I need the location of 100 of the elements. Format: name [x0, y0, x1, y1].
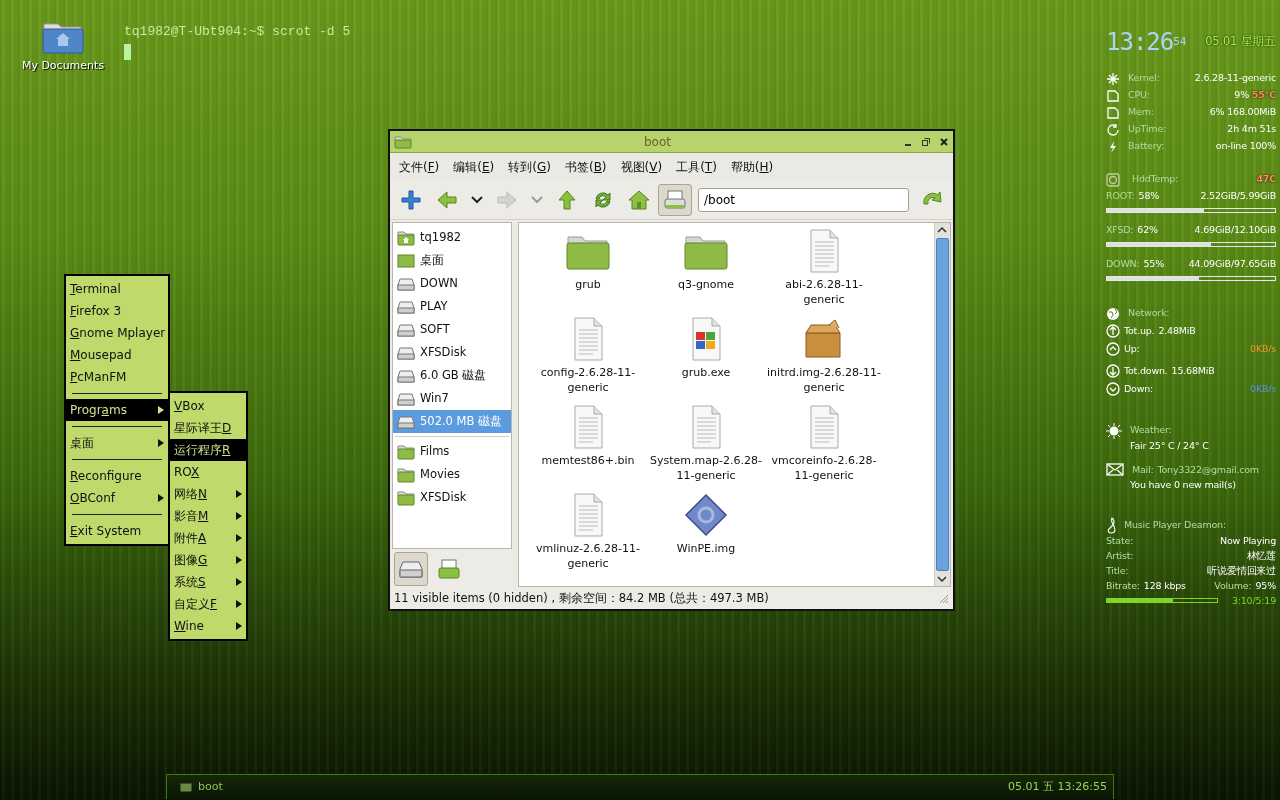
file-name[interactable]: q3-gnome — [649, 277, 763, 292]
network-label: Tot.up. — [1124, 323, 1155, 338]
file-name[interactable]: initrd.img-2.6.28-11-generic — [767, 365, 881, 395]
places-tab[interactable] — [394, 552, 428, 586]
folder-icon — [397, 466, 415, 483]
caret-icon — [236, 512, 242, 520]
scroll-thumb[interactable] — [936, 238, 949, 571]
file-name[interactable]: WinPE.img — [649, 541, 763, 556]
caret-icon — [158, 494, 164, 502]
scrollbar[interactable] — [934, 223, 950, 586]
file-name[interactable]: vmcoreinfo-2.6.28-11-generic — [767, 453, 881, 483]
desktop-icon-label[interactable]: My Documents — [21, 58, 105, 75]
file-name[interactable]: vmlinuz-2.6.28-11-generic — [531, 541, 645, 571]
drive-icon — [397, 298, 415, 315]
sidebar-item[interactable]: PLAY — [393, 295, 511, 318]
clock-date: 05.01 星期五 — [1205, 32, 1276, 50]
menu-bar-item[interactable]: 转到(G) — [501, 156, 558, 178]
mail-address: Tony3322@gmail.com — [1157, 462, 1259, 477]
caret-icon — [236, 490, 242, 498]
location-field[interactable]: /boot — [698, 188, 909, 212]
menu-bar-item[interactable]: 视图(V) — [613, 156, 670, 178]
globe-icon — [1106, 306, 1120, 321]
drive-button[interactable] — [658, 184, 692, 216]
file-name[interactable]: memtest86+.bin — [531, 453, 645, 468]
menu-item[interactable]: PcManFM — [66, 366, 168, 388]
menu-item[interactable]: Terminal — [66, 278, 168, 300]
clock-seconds: 54 — [1173, 34, 1187, 48]
menu-item[interactable]: Reconfigure — [66, 465, 168, 487]
maximize-icon[interactable] — [921, 136, 931, 147]
sidebar-item[interactable]: XFSDisk — [393, 486, 511, 509]
menu-item[interactable]: 运行程序R — [170, 439, 246, 461]
sparkle-icon — [1106, 71, 1120, 86]
menu-bar-item[interactable]: 书签(B) — [557, 156, 614, 178]
sidebar-item[interactable]: Movies — [393, 463, 511, 486]
file-name[interactable]: System.map-2.6.28-11-generic — [649, 453, 763, 483]
menu-bar-item[interactable]: 工具(T) — [669, 156, 724, 178]
menu-item[interactable]: 网络N — [170, 483, 246, 505]
sidebar-item[interactable]: Win7 — [393, 387, 511, 410]
sidebar-item[interactable]: XFSDisk — [393, 341, 511, 364]
sidebar-item[interactable]: tq1982 — [393, 226, 511, 249]
stat-label: CPU: — [1128, 88, 1150, 103]
drive-icon — [397, 413, 415, 430]
menu-item[interactable]: 系统S — [170, 571, 246, 593]
taskbar-clock: 05.01 五 13:26:55 — [1008, 778, 1107, 795]
stat-value: on-line 100% — [1215, 140, 1276, 152]
mail-status: You have 0 new mail(s) — [1129, 478, 1237, 493]
section-label: Weather: — [1130, 423, 1172, 438]
menu-item[interactable]: Wine — [170, 615, 246, 637]
caret-icon — [236, 556, 242, 564]
menu-bar-item[interactable]: 文件(F) — [392, 156, 447, 178]
plus-icon — [399, 188, 423, 212]
network-label: Up: — [1124, 341, 1140, 356]
menu-bar-item[interactable]: 编辑(E) — [446, 156, 502, 178]
network-value: 2.48MiB — [1158, 323, 1196, 338]
sidebar-item[interactable]: SOFT — [393, 318, 511, 341]
stat-label: Kernel: — [1128, 71, 1160, 86]
sidebar-item[interactable]: DOWN — [393, 272, 511, 295]
menu-item[interactable]: 影音M — [170, 505, 246, 527]
music-value: 128 kbps — [1143, 578, 1186, 593]
file-name[interactable]: grub — [531, 277, 645, 292]
menu-item[interactable]: Gnome Mplayer — [66, 322, 168, 344]
menu-item[interactable]: 自定义F — [170, 593, 246, 615]
up-arrow-icon — [555, 188, 579, 212]
menu-item[interactable]: 星际译王D — [170, 417, 246, 439]
network-value: 0KB/s — [1250, 341, 1276, 356]
file-name[interactable]: config-2.6.28-11-generic — [531, 365, 645, 395]
menu-item[interactable]: Mousepad — [66, 344, 168, 366]
menu-item[interactable]: 桌面 — [66, 432, 168, 454]
disk-usage: 2.52GiB/5.99GiB — [1200, 189, 1276, 204]
menu-item[interactable]: 附件A — [170, 527, 246, 549]
clock-time: 13:26 — [1106, 30, 1174, 54]
menu-item[interactable]: Firefox 3 — [66, 300, 168, 322]
up-arrow-icon — [1106, 324, 1120, 338]
menu-item[interactable]: VBox — [170, 395, 246, 417]
caret-icon — [236, 600, 242, 608]
menu-item[interactable]: OBConf — [66, 487, 168, 509]
sidebar-item[interactable]: 桌面 — [393, 249, 511, 272]
menu-item[interactable]: ROX — [170, 461, 246, 483]
sidebar-item[interactable]: 6.0 GB 磁盘 — [393, 364, 511, 387]
menu-bar-item[interactable]: 帮助(H) — [723, 156, 781, 178]
drive-icon — [397, 367, 415, 384]
up-chevron-icon — [1106, 342, 1120, 356]
sidebar-item[interactable]: Films — [393, 440, 511, 463]
chip-icon — [1106, 105, 1120, 120]
drive-icon — [397, 344, 415, 361]
music-value: 听说爱情回来过 — [1207, 563, 1276, 578]
file-name[interactable]: abi-2.6.28-11-generic — [767, 277, 881, 307]
disk-usage: 4.69GiB/12.10GiB — [1194, 223, 1276, 238]
file-name[interactable]: grub.exe — [649, 365, 763, 380]
folder-icon — [397, 443, 415, 460]
menu-item[interactable]: 图像G — [170, 549, 246, 571]
close-icon[interactable] — [939, 136, 949, 147]
music-label: Artist: — [1106, 548, 1134, 563]
terminal-cursor — [124, 43, 131, 60]
menu-item[interactable]: Programs — [66, 399, 168, 421]
caret-icon — [158, 406, 164, 414]
disk-percent: 58% — [1138, 189, 1160, 204]
taskbar-task[interactable]: boot — [173, 776, 230, 798]
menu-item[interactable]: Exit System — [66, 520, 168, 542]
caret-icon — [236, 534, 242, 542]
